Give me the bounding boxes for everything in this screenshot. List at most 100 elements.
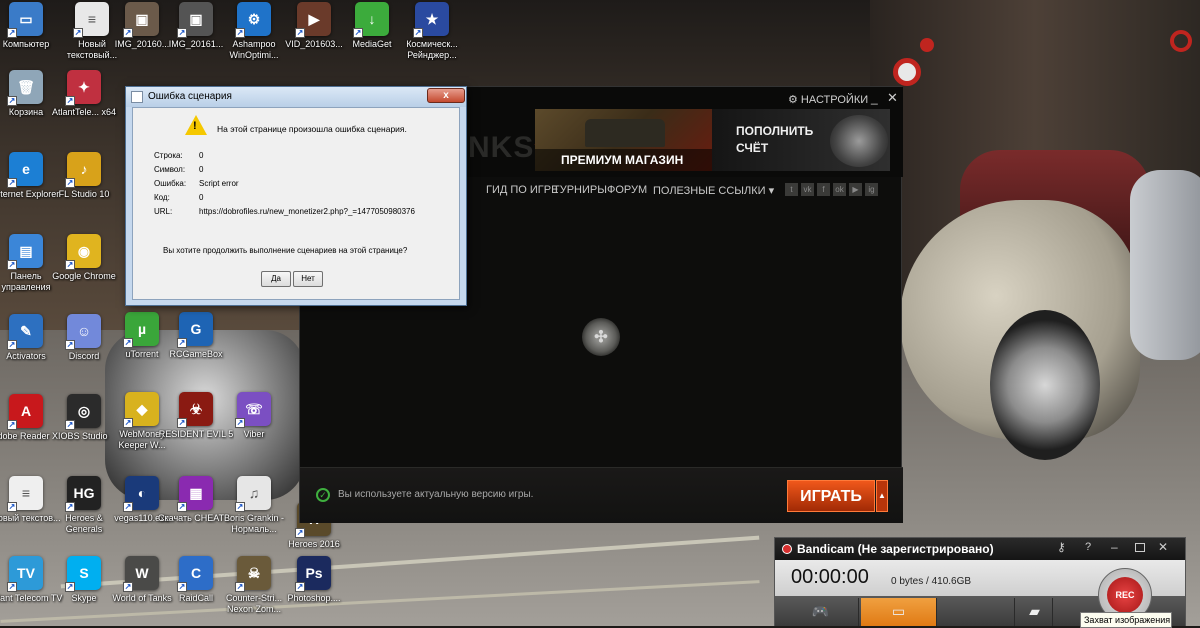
check-icon: ✓ bbox=[316, 488, 330, 502]
launcher-minimize-button[interactable]: _ bbox=[871, 91, 878, 105]
shortcut-arrow-icon: ↗ bbox=[235, 418, 245, 428]
shortcut-arrow-icon: ↗ bbox=[7, 502, 17, 512]
desktop-icon[interactable]: Ps ↗ Photoshop.... bbox=[278, 556, 350, 618]
shortcut-arrow-icon: ↗ bbox=[65, 260, 75, 270]
shortcut-arrow-icon: ↗ bbox=[235, 28, 245, 38]
shortcut-arrow-icon: ↗ bbox=[65, 340, 75, 350]
desktop-icon-label: AtlantTele... x64 bbox=[51, 107, 117, 117]
shortcut-arrow-icon: ↗ bbox=[177, 418, 187, 428]
record-size: 0 bytes / 410.6GB bbox=[891, 576, 972, 587]
help-icon[interactable]: ? bbox=[1085, 541, 1091, 553]
nav-item-tournaments[interactable]: ТУРНИРЫ bbox=[553, 184, 607, 196]
shortcut-arrow-icon: ↗ bbox=[413, 28, 423, 38]
shortcut-arrow-icon: ↗ bbox=[73, 28, 83, 38]
bandicam-minimize-button[interactable]: – bbox=[1111, 540, 1118, 554]
shortcut-arrow-icon: ↗ bbox=[295, 582, 305, 592]
shortcut-arrow-icon: ↗ bbox=[123, 418, 133, 428]
screen-mode-tab[interactable]: ▭ bbox=[861, 598, 937, 626]
shortcut-arrow-icon: ↗ bbox=[7, 420, 17, 430]
desktop-icon-image: ◉ ↗ bbox=[65, 234, 101, 270]
desktop-icon[interactable]: ☏ ↗ Viber bbox=[218, 392, 290, 454]
shortcut-arrow-icon: ↗ bbox=[7, 582, 17, 592]
shortcut-arrow-icon: ↗ bbox=[7, 340, 17, 350]
odnoklassniki-icon[interactable]: ok bbox=[833, 183, 846, 196]
desktop-icon-image: C ↗ bbox=[177, 556, 213, 592]
row-key-code: Код: bbox=[154, 193, 170, 202]
continue-question: Вы хотите продолжить выполнение сценарие… bbox=[163, 246, 408, 255]
youtube-icon[interactable]: ▶ bbox=[849, 183, 862, 196]
shortcut-arrow-icon: ↗ bbox=[177, 502, 187, 512]
desktop-icon-image: ↓ ↗ bbox=[353, 2, 389, 38]
bandicam-titlebar[interactable]: Bandicam (Не зарегистрировано) ⚷ ? – ✕ bbox=[775, 538, 1185, 560]
shortcut-arrow-icon: ↗ bbox=[65, 96, 75, 106]
dialog-body: ! На этой странице произошла ошибка сцен… bbox=[132, 107, 460, 300]
wallpaper-silver-car bbox=[1130, 170, 1200, 360]
key-icon[interactable]: ⚷ bbox=[1057, 540, 1066, 554]
dialog-title: Ошибка сценария bbox=[148, 91, 232, 102]
desktop-icon-image: ☣ ↗ bbox=[177, 392, 213, 428]
version-status-text: Вы используете актуальную версию игры. bbox=[338, 489, 534, 500]
nav-item-forum[interactable]: ФОРУМ bbox=[607, 184, 647, 196]
shortcut-arrow-icon: ↗ bbox=[65, 178, 75, 188]
row-key-char: Символ: bbox=[154, 165, 186, 174]
desktop-icon-image: W ↗ bbox=[123, 556, 159, 592]
desktop-icon[interactable]: ✦ ↗ AtlantTele... x64 bbox=[48, 70, 120, 132]
nav-item-links[interactable]: ПОЛЕЗНЫЕ ССЫЛКИ ▾ bbox=[653, 184, 774, 197]
desktop-icon-label: Photoshop.... bbox=[287, 593, 341, 603]
desktop-icon-image: ☠ ↗ bbox=[235, 556, 271, 592]
desktop-icon-image: ≡ ↗ bbox=[7, 476, 43, 512]
wallpaper-sign bbox=[893, 58, 921, 86]
game-mode-tab[interactable]: 🎮 bbox=[783, 598, 859, 626]
dialog-close-button[interactable]: x bbox=[427, 88, 465, 103]
twitter-icon[interactable]: t bbox=[785, 183, 798, 196]
desktop-icon-image: HG ↗ bbox=[65, 476, 101, 512]
tank-image bbox=[585, 119, 665, 147]
shortcut-arrow-icon: ↗ bbox=[65, 582, 75, 592]
facebook-icon[interactable]: f bbox=[817, 183, 830, 196]
yes-button[interactable]: Да bbox=[261, 271, 291, 287]
shortcut-arrow-icon: ↗ bbox=[7, 28, 17, 38]
desktop-icon-image: ▤ ↗ bbox=[7, 234, 43, 270]
gear-icon: ⚙ bbox=[788, 94, 801, 106]
shortcut-arrow-icon: ↗ bbox=[65, 420, 75, 430]
desktop-icon[interactable]: ◉ ↗ Google Chrome bbox=[48, 234, 120, 296]
desktop-icon-image: ▭ ↗ bbox=[7, 2, 43, 38]
desktop-icon[interactable]: ♪ ↗ FL Studio 10 bbox=[48, 152, 120, 214]
nav-item-guide[interactable]: ГИД ПО ИГРЕ bbox=[486, 184, 558, 196]
device-mode-tab[interactable] bbox=[939, 598, 1015, 626]
desktop-icon[interactable]: ★ ↗ Космическ... Рейнджер... bbox=[396, 2, 468, 64]
desktop-icon[interactable]: G ↗ RCGameBox bbox=[160, 312, 232, 374]
gamepad-icon: 🎮 bbox=[811, 603, 830, 619]
premium-shop-label: ПРЕМИУМ МАГАЗИН bbox=[535, 149, 712, 171]
row-key-url: URL: bbox=[154, 207, 173, 216]
bandicam-close-button[interactable]: ✕ bbox=[1158, 540, 1168, 554]
play-button[interactable]: ИГРАТЬ bbox=[787, 480, 875, 512]
desktop-icon-image: ▣ ↗ bbox=[177, 2, 213, 38]
wallpaper-underground-sign bbox=[1170, 30, 1192, 52]
settings-button[interactable]: ⚙ НАСТРОЙКИ bbox=[788, 93, 868, 106]
desktop-icon[interactable]: ▭ ↗ Компьютер bbox=[0, 2, 62, 64]
folder-button[interactable]: ▰ bbox=[1017, 598, 1053, 626]
premium-shop-banner[interactable]: ПРЕМИУМ МАГАЗИН bbox=[535, 109, 712, 171]
desktop-icon-label: Viber bbox=[243, 429, 265, 439]
desktop-icon-image: ▶ ↗ bbox=[295, 2, 331, 38]
desktop-icon-label: Google Chrome bbox=[52, 271, 116, 281]
no-button[interactable]: Нет bbox=[293, 271, 323, 287]
shortcut-arrow-icon: ↗ bbox=[295, 28, 305, 38]
instagram-icon[interactable]: ig bbox=[865, 183, 878, 196]
launcher-close-button[interactable]: ✕ bbox=[887, 90, 898, 106]
desktop-icon-image: ◐ ↗ bbox=[123, 476, 159, 512]
bandicam-maximize-button[interactable] bbox=[1135, 543, 1145, 552]
shortcut-arrow-icon: ↗ bbox=[7, 260, 17, 270]
desktop-icon-image: µ ↗ bbox=[123, 312, 159, 348]
shortcut-arrow-icon: ↗ bbox=[353, 28, 363, 38]
top-up-banner[interactable]: ПОПОЛНИТЬ СЧЁТ bbox=[712, 109, 890, 171]
dialog-titlebar[interactable]: Ошибка сценария bbox=[126, 87, 466, 107]
vk-icon[interactable]: vk bbox=[801, 183, 814, 196]
desktop-icon-label: Heroes 2016 bbox=[288, 539, 340, 549]
play-options-button[interactable]: ▲ bbox=[876, 480, 888, 512]
wallpaper-wheel bbox=[990, 310, 1100, 460]
record-dot-icon bbox=[782, 544, 792, 554]
shortcut-arrow-icon: ↗ bbox=[7, 96, 17, 106]
shortcut-arrow-icon: ↗ bbox=[65, 502, 75, 512]
